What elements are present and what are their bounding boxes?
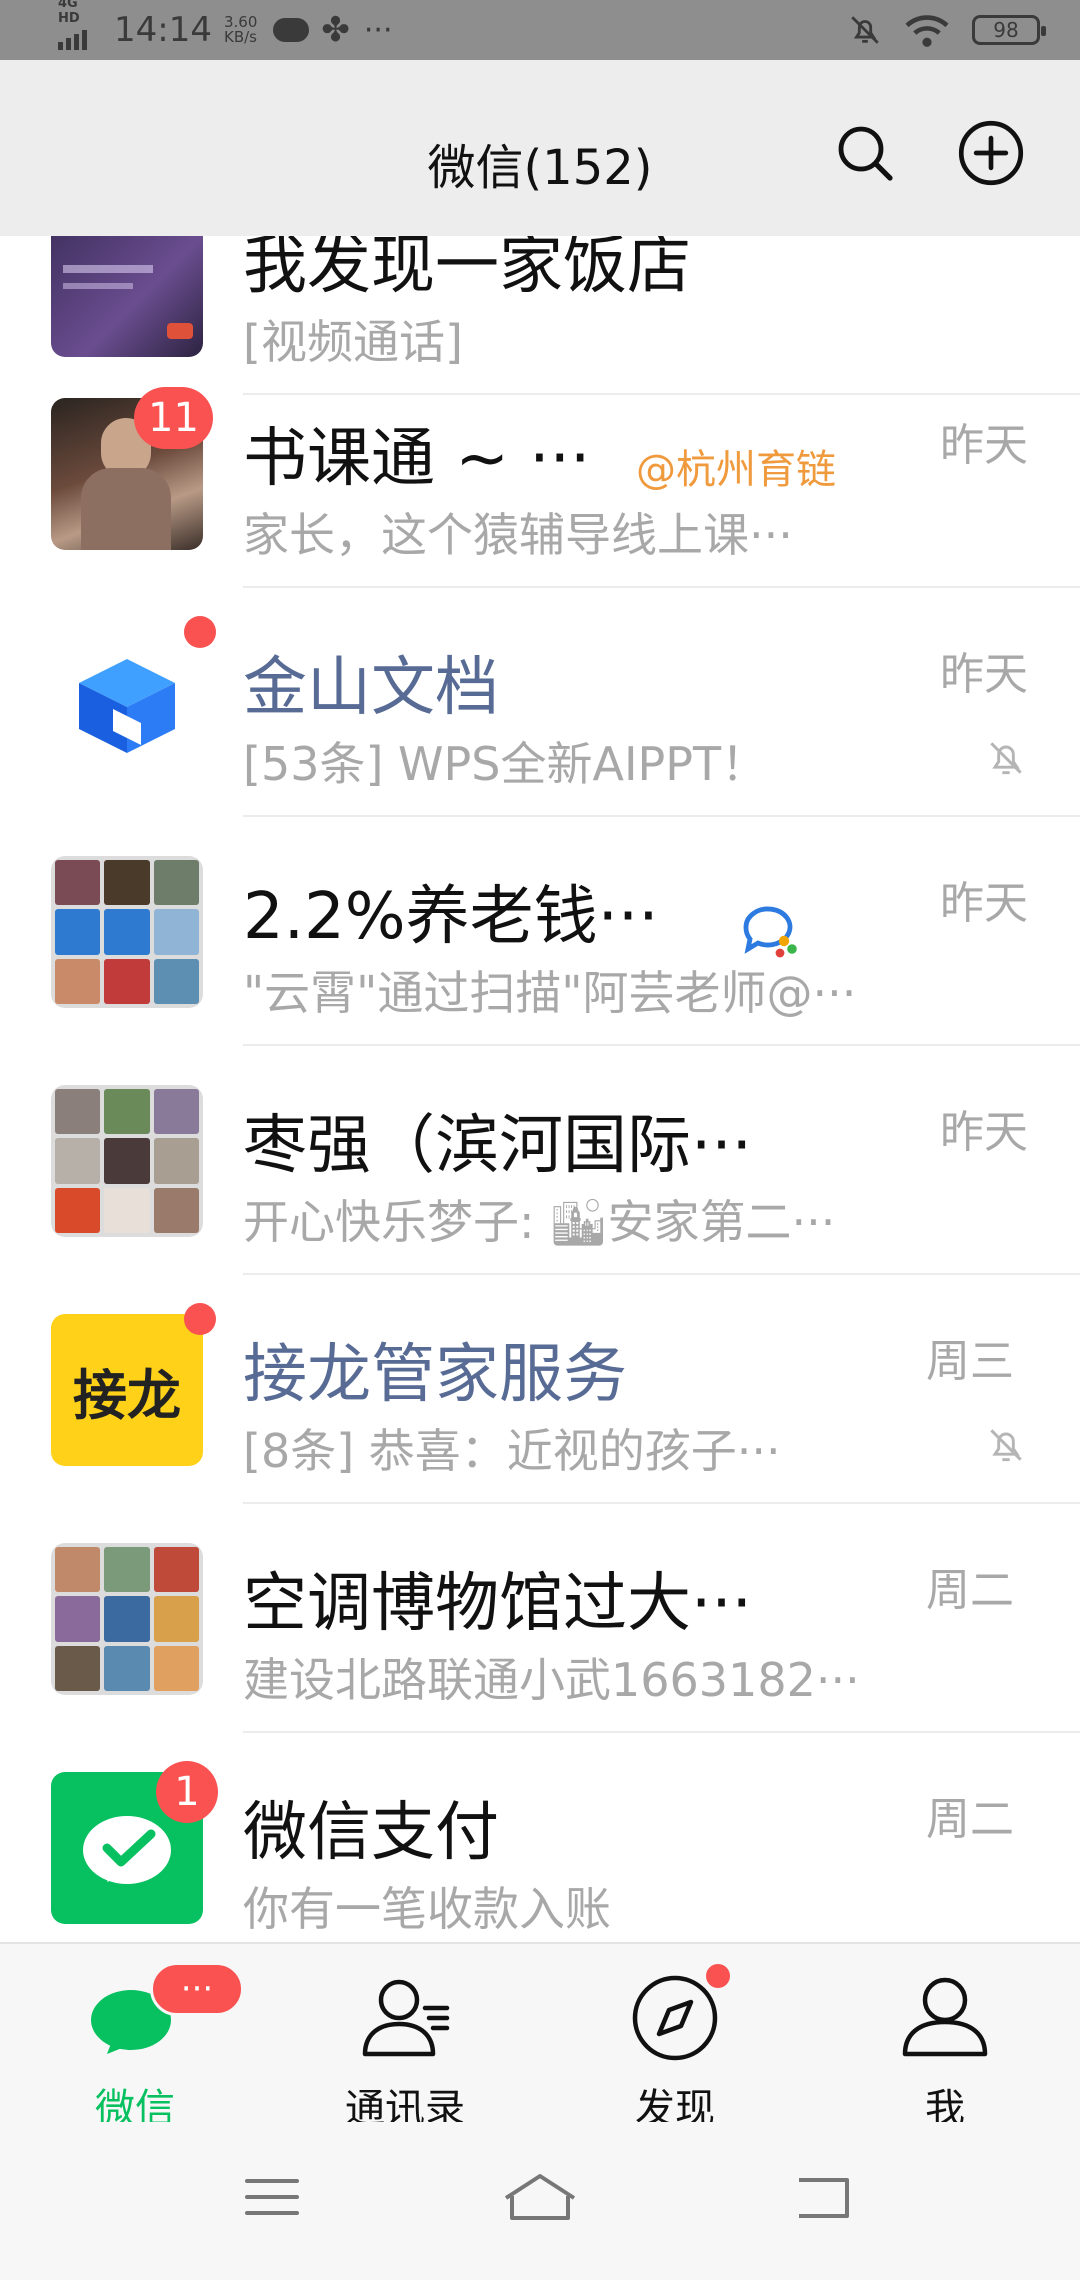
chat-time: 昨天: [940, 878, 1028, 929]
group-avatar: [51, 1085, 203, 1237]
chat-time: 周三: [926, 1336, 1014, 1387]
chat-name: 微信支付: [243, 1796, 499, 1870]
back-button[interactable]: [778, 2162, 868, 2232]
contacts-icon: [362, 1979, 450, 2057]
enterprise-chat-icon: [743, 906, 797, 958]
plus-circle-icon: [958, 120, 1024, 186]
unread-badge: 1: [156, 1761, 218, 1823]
chat-time: 昨天: [940, 420, 1028, 471]
mute-icon: [990, 742, 1022, 775]
group-avatar: [51, 1543, 203, 1695]
chat-item[interactable]: 2.2%养老钱··· 昨天 "云霄"通过扫描"阿芸老师@···: [0, 817, 1080, 1046]
chat-time: 昨天: [940, 1107, 1028, 1158]
unread-dot: [184, 616, 216, 648]
tab-me[interactable]: 我: [810, 1944, 1080, 2132]
bottom-tab-bar: ··· 微信 通讯录 发现 我: [0, 1942, 1080, 2132]
chat-preview: 开心快乐梦子: 🏙安家第二···: [243, 1195, 836, 1249]
wifi-icon: [905, 15, 949, 47]
chat-preview: 建设北路联通小武1663182···: [243, 1653, 860, 1707]
group-avatar: [51, 856, 203, 1008]
net-speed: 3.60 KB/s: [224, 15, 257, 45]
chat-name: 书课通 ~ ···: [243, 422, 591, 496]
network-type: 4G HD: [58, 0, 80, 26]
tab-badge: ···: [150, 1962, 244, 2016]
chat-preview: "云霄"通过扫描"阿芸老师@···: [243, 966, 857, 1020]
search-button[interactable]: [830, 118, 900, 188]
add-button[interactable]: [956, 118, 1026, 188]
menu-icon: [245, 2179, 299, 2215]
battery-level: 98: [993, 18, 1019, 42]
chat-time: 昨天: [940, 649, 1028, 700]
wechat-app: 4G HD 14:14 3.60 KB/s ✤ ··· 98 微信(152) 我…: [0, 0, 1080, 2280]
home-button[interactable]: [495, 2162, 585, 2232]
system-nav-bar: [0, 2122, 1080, 2280]
chat-name: 我发现一家饭店: [243, 236, 691, 303]
unread-badge: 11: [134, 387, 213, 449]
chat-preview: [53条] WPS全新AIPPT！: [243, 737, 768, 791]
clock: 14:14: [114, 10, 212, 50]
chat-name: 2.2%养老钱···: [243, 880, 659, 954]
chat-item[interactable]: 空调博物馆过大··· 周二 建设北路联通小武1663182···: [0, 1504, 1080, 1733]
signal-icon: 4G HD: [58, 0, 102, 50]
tab-discover[interactable]: 发现: [540, 1944, 810, 2132]
chat-time: 周二: [926, 1565, 1014, 1616]
search-icon: [838, 126, 893, 181]
chat-preview: 你有一笔收款入账: [243, 1882, 611, 1936]
chat-preview: 家长，这个猿辅导线上课···: [243, 508, 793, 562]
kdocs-logo-icon: [51, 627, 203, 779]
chat-list[interactable]: 我发现一家饭店 [视频通话] 11 书课通 ~ ··· @杭州育链 昨天 家长，…: [0, 236, 1080, 1942]
chat-preview: [8条] 恭喜：近视的孩子···: [243, 1424, 781, 1478]
chat-time: 周二: [926, 1794, 1014, 1845]
status-bar: 4G HD 14:14 3.60 KB/s ✤ ··· 98: [0, 0, 1080, 60]
back-icon: [799, 2178, 849, 2218]
battery-icon: 98: [972, 15, 1046, 45]
unread-dot: [706, 1964, 730, 1988]
net-speed-unit: KB/s: [223, 28, 257, 46]
menu-button[interactable]: [227, 2162, 317, 2232]
chat-avatar: [51, 236, 203, 357]
cloud-icon: [273, 18, 310, 42]
mention-tag: @杭州育链: [636, 447, 836, 493]
jielong-logo-icon: 接龙: [51, 1314, 203, 1466]
person-icon: [902, 1977, 988, 2057]
chat-name: 枣强（滨河国际···: [243, 1109, 753, 1183]
tab-chats[interactable]: ··· 微信: [0, 1944, 270, 2132]
chat-name: 接龙管家服务: [243, 1338, 627, 1412]
header: 微信(152): [0, 60, 1080, 236]
page-title: 微信(152): [427, 140, 653, 196]
chat-item[interactable]: 金山文档 昨天 [53条] WPS全新AIPPT！: [0, 588, 1080, 817]
avatar-text: 接龙: [73, 1363, 181, 1427]
chat-item[interactable]: 11 书课通 ~ ··· @杭州育链 昨天 家长，这个猿辅导线上课···: [0, 359, 1080, 588]
tab-contacts[interactable]: 通讯录: [270, 1944, 540, 2132]
chat-item[interactable]: 接龙 接龙管家服务 周三 [8条] 恭喜：近视的孩子···: [0, 1275, 1080, 1504]
chat-item[interactable]: 枣强（滨河国际··· 昨天 开心快乐梦子: 🏙安家第二···: [0, 1046, 1080, 1275]
fan-icon: ✤: [321, 10, 350, 50]
home-icon: [504, 2174, 576, 2220]
mute-bell-icon: [851, 16, 879, 44]
unread-dot: [184, 1303, 216, 1335]
chat-name: 金山文档: [243, 651, 499, 725]
mute-icon: [990, 1429, 1022, 1462]
chat-item[interactable]: 1 微信支付 周二 你有一笔收款入账: [0, 1733, 1080, 1942]
chat-name: 空调博物馆过大···: [243, 1567, 753, 1641]
more-status-icon: ···: [363, 12, 393, 48]
